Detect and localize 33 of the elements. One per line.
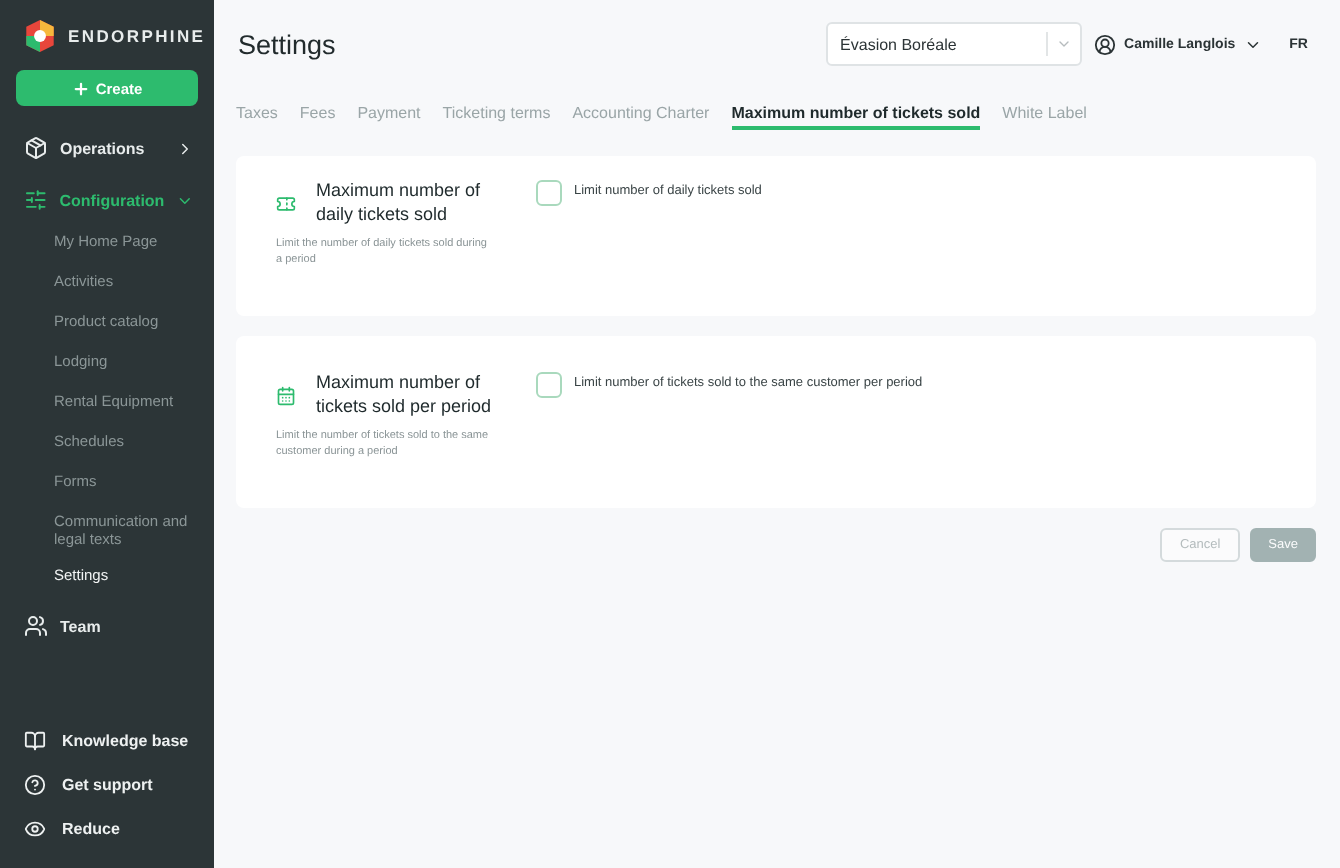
book-icon <box>24 729 46 751</box>
nav-item[interactable]: Knowledge base <box>62 731 189 749</box>
checkbox[interactable] <box>536 180 562 206</box>
nav-item[interactable]: Get support <box>62 775 153 793</box>
ticket-icon <box>276 193 296 213</box>
tab[interactable]: White Label <box>1002 104 1087 130</box>
nav-item[interactable]: Operations <box>60 139 164 157</box>
tab[interactable]: Maximum number of tickets sold <box>731 104 981 130</box>
tab[interactable]: Fees <box>299 104 336 130</box>
page-title: Settings <box>238 29 338 59</box>
help-icon <box>24 773 46 795</box>
nav-item[interactable]: Team <box>60 617 194 635</box>
card-title: Maximum number of daily tickets sold <box>316 180 483 226</box>
plus-icon <box>71 79 90 97</box>
tab[interactable]: Payment <box>357 104 421 130</box>
sliders-icon <box>24 188 48 212</box>
card-title: Maximum number of tickets sold per period <box>316 372 494 418</box>
organization-select[interactable]: Évasion Boréale <box>826 22 1083 66</box>
checkbox[interactable] <box>536 372 562 398</box>
box-icon <box>24 136 48 160</box>
brand-name: ENDORPHINE <box>68 26 206 46</box>
eye-icon <box>24 817 46 839</box>
people-icon <box>24 614 48 638</box>
tab[interactable]: Taxes <box>236 104 278 130</box>
chevron-icon[interactable] <box>176 139 194 157</box>
tab[interactable]: Ticketing terms <box>442 104 551 130</box>
nav-item[interactable]: Reduce <box>62 819 120 837</box>
tab[interactable]: Accounting Charter <box>572 104 710 130</box>
calendar-icon <box>276 385 296 405</box>
logo-icon <box>24 20 56 52</box>
nav-item[interactable]: Configuration <box>59 191 165 209</box>
chevron-icon <box>1056 36 1073 52</box>
user-icon <box>1094 33 1117 55</box>
